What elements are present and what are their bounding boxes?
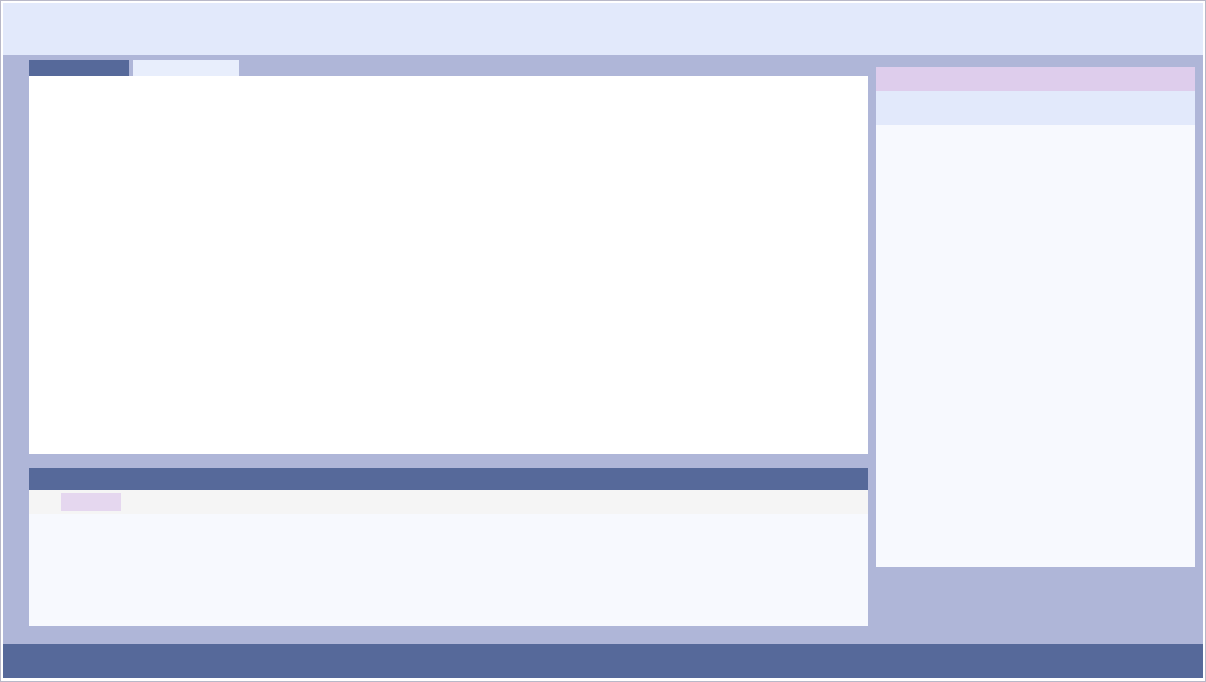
- header-bar: [3, 3, 1203, 55]
- right-column: [876, 67, 1195, 644]
- toolbar-chip[interactable]: [61, 493, 121, 511]
- left-column: [29, 60, 868, 644]
- bottom-panel: [29, 468, 868, 626]
- app-frame: [0, 0, 1206, 682]
- tab-inactive[interactable]: [133, 60, 239, 76]
- editor-area[interactable]: [29, 76, 868, 454]
- right-panel-subheader: [876, 91, 1195, 125]
- right-panel-body[interactable]: [876, 125, 1195, 567]
- bottom-panel-header[interactable]: [29, 468, 868, 490]
- tab-strip: [29, 60, 868, 76]
- right-panel-header[interactable]: [876, 67, 1195, 91]
- bottom-panel-toolbar: [29, 490, 868, 514]
- tab-active[interactable]: [29, 60, 129, 76]
- footer-bar: [3, 644, 1203, 678]
- bottom-panel-body[interactable]: [29, 514, 868, 626]
- main-area: [3, 55, 1203, 644]
